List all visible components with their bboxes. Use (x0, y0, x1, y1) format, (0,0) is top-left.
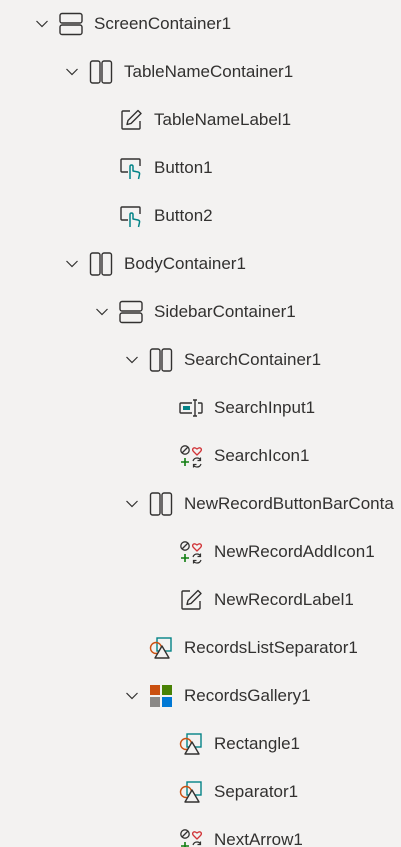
tree-item-body-container-1[interactable]: BodyContainer1 (0, 240, 401, 288)
tree-item-rectangle-1[interactable]: Rectangle1 (0, 720, 401, 768)
tree-item-button-1[interactable]: Button1 (0, 144, 401, 192)
button-pointer-icon (118, 155, 144, 181)
tree-item-table-name-label-1[interactable]: TableNameLabel1 (0, 96, 401, 144)
tree-item-label: NewRecordLabel1 (214, 590, 354, 609)
tree-item-sidebar-container-1[interactable]: SidebarContainer1 (0, 288, 401, 336)
tree-item-label: NextArrow1 (214, 830, 303, 847)
tree-item-label: Rectangle1 (214, 734, 301, 753)
tree-item-table-name-container-1[interactable]: TableNameContainer1 (0, 48, 401, 96)
tree-item-label: RecordsGallery1 (184, 686, 311, 705)
tree-item-label: SearchIcon1 (214, 446, 310, 465)
tree-item-label: Button1 (154, 158, 213, 177)
tree-item-label: TableNameLabel1 (154, 110, 292, 129)
label-edit-icon (178, 587, 204, 613)
tree-item-separator-1[interactable]: Separator1 (0, 768, 401, 816)
chevron-down-icon[interactable] (124, 496, 140, 512)
tree-item-new-record-label-1[interactable]: NewRecordLabel1 (0, 576, 401, 624)
icons-control-icon (178, 827, 204, 847)
text-input-icon (178, 395, 204, 421)
tree-item-label: Button2 (154, 206, 213, 225)
tree-item-search-icon-1[interactable]: SearchIcon1 (0, 432, 401, 480)
tree-item-search-input-1[interactable]: SearchInput1 (0, 384, 401, 432)
shapes-icon (148, 635, 174, 661)
tree-item-records-list-separator-1[interactable]: RecordsListSeparator1 (0, 624, 401, 672)
tree-item-label: SearchInput1 (214, 398, 316, 417)
horizontal-container-icon (148, 347, 174, 373)
tree-item-new-record-add-icon-1[interactable]: NewRecordAddIcon1 (0, 528, 401, 576)
tree-item-screen-container-1[interactable]: ScreenContainer1 (0, 0, 401, 48)
chevron-down-icon[interactable] (34, 16, 50, 32)
icons-control-icon (178, 443, 204, 469)
button-pointer-icon (118, 203, 144, 229)
tree-view: ScreenContainer1 TableNameContainer1 Tab… (0, 0, 401, 847)
tree-item-label: SearchContainer1 (184, 350, 322, 369)
shapes-icon (178, 731, 204, 757)
tree-item-label: NewRecordAddIcon1 (214, 542, 375, 561)
tree-item-search-container-1[interactable]: SearchContainer1 (0, 336, 401, 384)
horizontal-container-icon (148, 491, 174, 517)
tree-item-label: Separator1 (214, 782, 299, 801)
tree-item-label: SidebarContainer1 (154, 302, 296, 321)
gallery-icon (148, 683, 174, 709)
tree-item-button-2[interactable]: Button2 (0, 192, 401, 240)
chevron-down-icon[interactable] (64, 256, 80, 272)
tree-item-label: TableNameContainer1 (124, 62, 294, 81)
tree-item-label: NewRecordButtonBarConta (184, 494, 394, 513)
label-edit-icon (118, 107, 144, 133)
icons-control-icon (178, 539, 204, 565)
chevron-down-icon[interactable] (94, 304, 110, 320)
shapes-icon (178, 779, 204, 805)
tree-item-next-arrow-1[interactable]: NextArrow1 (0, 816, 401, 847)
horizontal-container-icon (88, 251, 114, 277)
tree-item-records-gallery-1[interactable]: RecordsGallery1 (0, 672, 401, 720)
tree-item-label: ScreenContainer1 (94, 14, 232, 33)
vertical-container-icon (58, 11, 84, 37)
chevron-down-icon[interactable] (124, 352, 140, 368)
tree-item-new-record-button-bar-container[interactable]: NewRecordButtonBarConta (0, 480, 401, 528)
tree-item-label: RecordsListSeparator1 (184, 638, 358, 657)
tree-item-label: BodyContainer1 (124, 254, 246, 273)
chevron-down-icon[interactable] (64, 64, 80, 80)
chevron-down-icon[interactable] (124, 688, 140, 704)
vertical-container-icon (118, 299, 144, 325)
horizontal-container-icon (88, 59, 114, 85)
